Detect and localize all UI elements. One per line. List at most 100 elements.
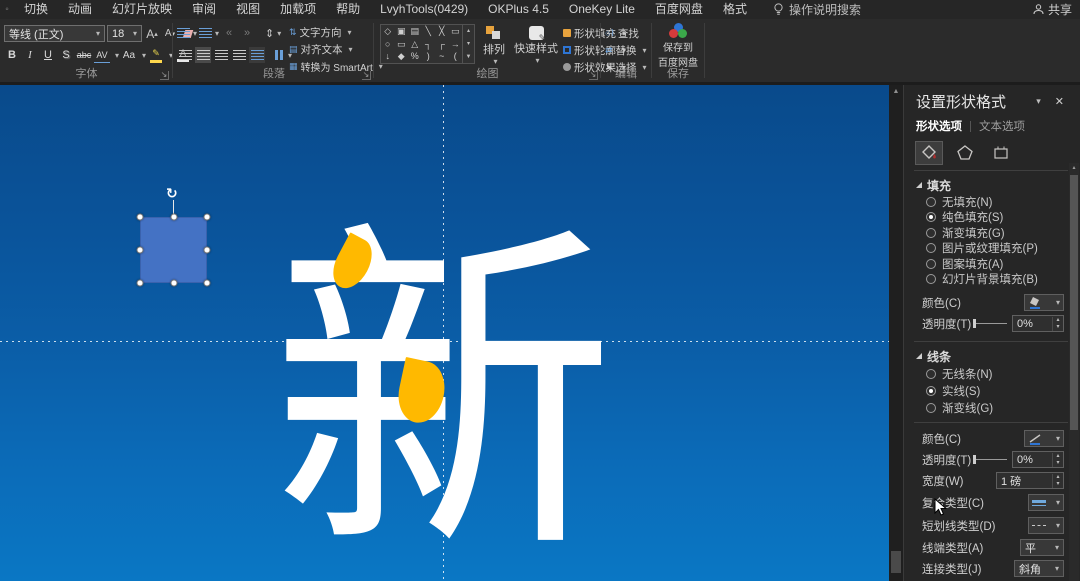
gallery-scrollbar[interactable]: ▴ ▾ ▼	[462, 25, 474, 63]
font-size-combo[interactable]: 18 ▾	[107, 25, 142, 42]
scrollbar-handle[interactable]	[891, 551, 901, 573]
char-spacing-button[interactable]: AV	[94, 47, 110, 63]
distribute-button[interactable]	[249, 47, 265, 63]
tell-me-search[interactable]: 操作说明搜索	[773, 1, 861, 18]
fill-color-button[interactable]: ▾	[1024, 294, 1064, 311]
font-name-combo[interactable]: 等线 (正文) ▾	[4, 25, 105, 42]
grow-font-button[interactable]: A▴	[144, 26, 160, 42]
fill-line-tab-button[interactable]	[916, 142, 942, 164]
shrink-font-button[interactable]: A▾	[162, 26, 178, 42]
line-section-header[interactable]: 线条	[916, 347, 1064, 365]
strikethrough-button[interactable]: abc	[76, 47, 92, 63]
resize-handle-e[interactable]	[204, 247, 211, 254]
fill-option-pattern[interactable]: 图案填充(A)	[916, 256, 1064, 272]
tab-text-options[interactable]: 文本选项	[979, 118, 1025, 134]
justify-button[interactable]	[231, 47, 247, 63]
line-option-none[interactable]: 无线条(N)	[916, 365, 1064, 382]
line-spacing-button[interactable]: ⇕▾	[265, 25, 281, 41]
spin-down-icon[interactable]: ▾	[1053, 324, 1063, 331]
share-button[interactable]: 共享	[1033, 1, 1080, 18]
fill-option-slide-bg[interactable]: 幻灯片背景填充(B)	[916, 272, 1064, 288]
quick-styles-button[interactable]: ✎ 快速样式 ▾	[512, 26, 560, 65]
resize-handle-sw[interactable]	[137, 280, 144, 287]
align-left-button[interactable]	[177, 47, 193, 63]
align-right-button[interactable]	[213, 47, 229, 63]
spin-up-icon[interactable]: ▴	[1053, 474, 1063, 481]
selected-rectangle-shape[interactable]	[140, 217, 207, 283]
tab-lvyhtools[interactable]: LvyhTools(0429)	[370, 0, 478, 19]
tab-addins[interactable]: 加载项	[270, 0, 326, 19]
close-icon[interactable]: ✕	[1055, 95, 1064, 108]
align-text-button[interactable]: ▤对齐文本▾	[289, 41, 383, 57]
fill-option-gradient[interactable]: 渐变填充(G)	[916, 225, 1064, 241]
line-option-gradient[interactable]: 渐变线(G)	[916, 399, 1064, 416]
arrange-button[interactable]: 排列 ▾	[480, 26, 508, 66]
spin-up-icon[interactable]: ▴	[1053, 317, 1063, 324]
join-type-dropdown[interactable]: 斜角 ▾	[1014, 560, 1064, 577]
line-option-solid[interactable]: 实线(S)	[916, 382, 1064, 399]
line-transparency-spinner[interactable]: 0% ▴▾	[1012, 451, 1064, 468]
tab-onekey[interactable]: OneKey Lite	[559, 0, 645, 19]
gallery-down-icon[interactable]: ▾	[463, 38, 474, 51]
slide-canvas[interactable]: 新 ↻	[0, 85, 889, 581]
replace-button[interactable]: ⇄替换▾	[605, 42, 647, 58]
gallery-more-icon[interactable]: ▼	[463, 51, 474, 64]
bold-button[interactable]: B	[4, 47, 20, 63]
compound-type-dropdown[interactable]: ▾	[1028, 494, 1064, 511]
increase-indent-button[interactable]: »	[239, 25, 255, 41]
resize-handle-n[interactable]	[171, 214, 178, 221]
align-center-button[interactable]	[195, 47, 211, 63]
spin-down-icon[interactable]: ▾	[1053, 460, 1063, 467]
size-properties-tab-button[interactable]	[988, 142, 1014, 164]
text-shadow-button[interactable]: S	[58, 47, 74, 63]
rotation-handle[interactable]: ↻	[166, 185, 178, 202]
panel-scrollbar[interactable]: ▴	[1069, 163, 1079, 581]
panel-menu-icon[interactable]: ▾	[1036, 96, 1041, 107]
cap-type-dropdown[interactable]: 平 ▾	[1020, 539, 1064, 556]
tab-slideshow[interactable]: 幻灯片放映	[102, 0, 182, 19]
slider-thumb[interactable]	[973, 455, 976, 464]
tab-okplus[interactable]: OKPlus 4.5	[478, 0, 559, 19]
paragraph-dialog-launcher[interactable]: ↘	[362, 71, 371, 80]
tab-animations[interactable]: 动画	[58, 0, 102, 19]
underline-button[interactable]: U	[40, 47, 56, 63]
scroll-up-icon[interactable]: ▲	[889, 85, 903, 99]
tab-view[interactable]: 视图	[226, 0, 270, 19]
fill-option-solid[interactable]: 纯色填充(S)	[916, 210, 1064, 226]
fill-option-picture[interactable]: 图片或纹理填充(P)	[916, 241, 1064, 257]
panel-scrollbar-handle[interactable]	[1070, 175, 1078, 430]
save-to-netdisk-button[interactable]: 保存到 百度网盘	[656, 23, 700, 69]
highlight-color-button[interactable]: ✎	[148, 47, 164, 63]
fill-option-none[interactable]: 无填充(N)	[916, 194, 1064, 210]
decrease-indent-button[interactable]: «	[221, 25, 237, 41]
canvas-scrollbar[interactable]: ▲	[889, 85, 903, 581]
effects-tab-button[interactable]	[952, 142, 978, 164]
resize-handle-w[interactable]	[137, 247, 144, 254]
change-case-button[interactable]: Aa	[121, 47, 137, 63]
font-dialog-launcher[interactable]: ↘	[160, 71, 169, 80]
italic-button[interactable]: I	[22, 47, 38, 63]
tab-help[interactable]: 帮助	[326, 0, 370, 19]
fill-section-header[interactable]: 填充	[916, 176, 1064, 194]
spin-down-icon[interactable]: ▾	[1053, 481, 1063, 488]
dash-type-dropdown[interactable]: ▾	[1028, 517, 1064, 534]
tab-shape-options[interactable]: 形状选项	[916, 118, 962, 134]
drawing-dialog-launcher[interactable]: ↘	[589, 71, 598, 80]
tab-format[interactable]: 格式	[713, 0, 757, 19]
fill-transparency-slider[interactable]	[973, 319, 1007, 328]
slider-thumb[interactable]	[973, 319, 976, 328]
resize-handle-nw[interactable]	[137, 214, 144, 221]
tab-review[interactable]: 审阅	[182, 0, 226, 19]
resize-handle-s[interactable]	[171, 280, 178, 287]
spin-up-icon[interactable]: ▴	[1053, 453, 1063, 460]
text-direction-button[interactable]: ⇅文字方向▾	[289, 24, 383, 40]
line-color-button[interactable]: ▾	[1024, 430, 1064, 447]
line-width-spinner[interactable]: 1 磅 ▴▾	[996, 472, 1064, 489]
resize-handle-ne[interactable]	[204, 214, 211, 221]
shapes-gallery[interactable]: ◇▣▤╲╳▭ ○▭△┐┌→ ↓◆%)~( ▴ ▾ ▼	[380, 24, 475, 64]
bullets-button[interactable]: ▾	[177, 25, 197, 41]
panel-scroll-up-icon[interactable]: ▴	[1069, 163, 1079, 174]
line-transparency-slider[interactable]	[973, 455, 1007, 464]
numbering-button[interactable]: ▾	[199, 25, 219, 41]
fill-transparency-spinner[interactable]: 0% ▴▾	[1012, 315, 1064, 332]
